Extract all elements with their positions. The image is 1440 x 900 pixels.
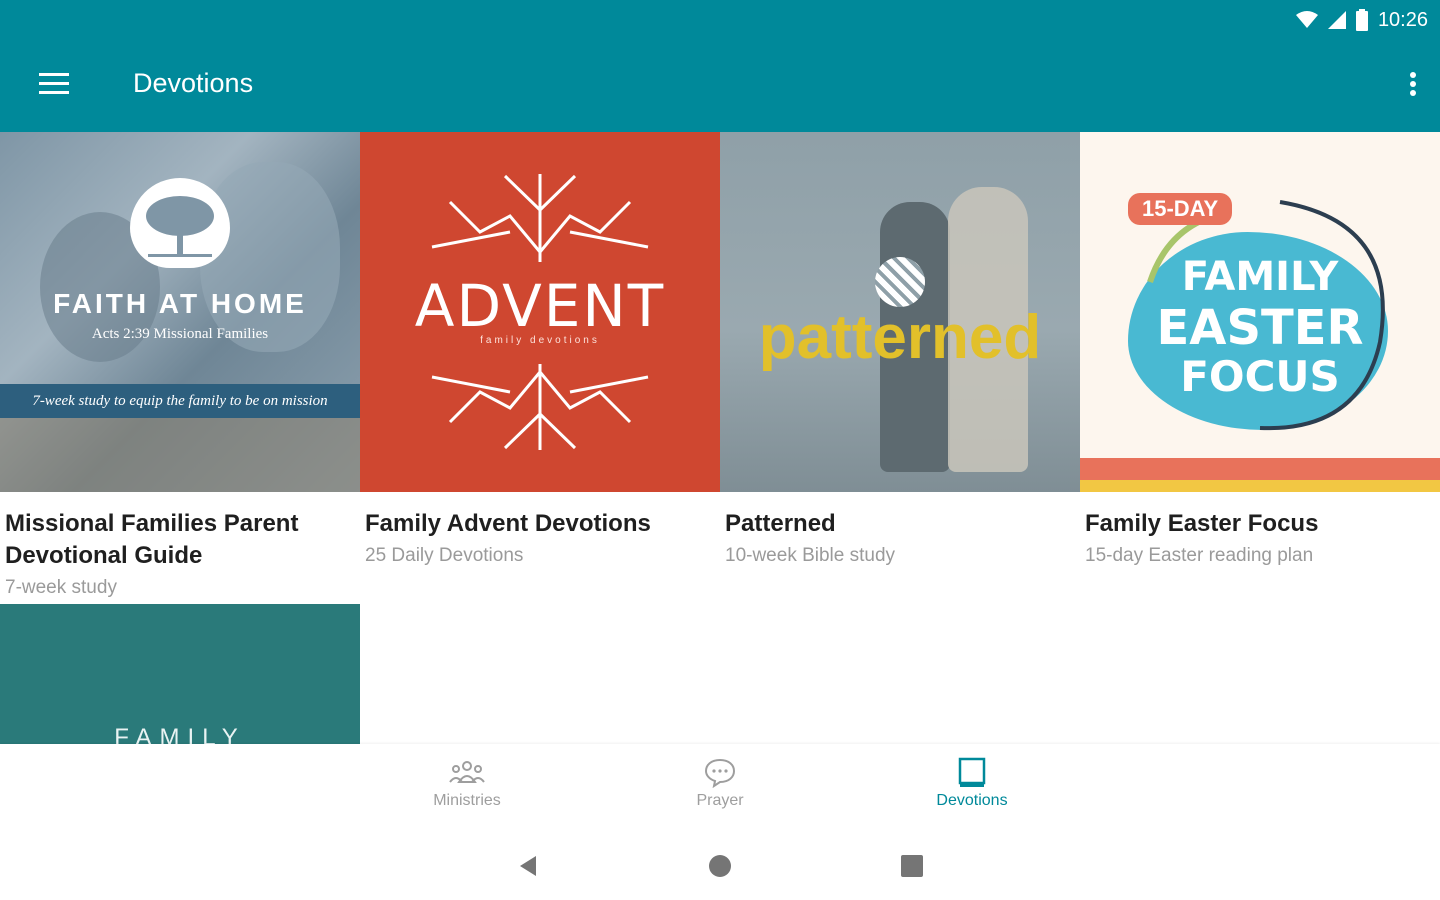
home-button[interactable] (702, 850, 738, 886)
cover-tagline: Acts 2:39 Missional Families (91, 326, 269, 342)
devotion-card-missional-families[interactable]: FAITH AT HOME Acts 2:39 Missional Famili… (0, 132, 360, 604)
nav-item-ministries[interactable]: Ministries (397, 744, 537, 832)
cover-image-family: FAMILY (0, 604, 360, 744)
recents-button[interactable] (894, 850, 930, 886)
card-title: Family Advent Devotions (365, 510, 651, 537)
nav-item-devotions[interactable]: Devotions (902, 744, 1042, 832)
chat-bubble-icon (704, 756, 736, 790)
menu-button[interactable] (30, 62, 78, 110)
hamburger-icon (39, 72, 69, 100)
recents-square-icon (900, 854, 924, 883)
back-button[interactable] (510, 850, 546, 886)
tree-logo-icon (130, 178, 230, 268)
cover-image-faith-at-home: FAITH AT HOME Acts 2:39 Missional Famili… (0, 132, 360, 492)
card-subtitle: 10-week Bible study (725, 545, 896, 566)
cover-line-3: FOCUS (1180, 352, 1340, 401)
app-bar: 10:26 Devotions (0, 0, 1440, 132)
overflow-menu-button[interactable] (1368, 62, 1416, 110)
cover-image-advent: ADVENT family devotions (360, 132, 720, 492)
devotion-card-family-easter-focus[interactable]: 15-DAY FAMILY EASTER FOCUS Family Easter… (1080, 132, 1440, 572)
home-circle-icon (708, 854, 732, 883)
status-time: 10:26 (1377, 8, 1428, 31)
cover-image-easter: 15-DAY FAMILY EASTER FOCUS (1080, 132, 1440, 492)
cover-line-2: EASTER (1156, 300, 1364, 356)
pattern-logo-icon (875, 257, 925, 307)
wifi-icon (1295, 11, 1318, 29)
cover-word: ADVENT (414, 272, 666, 340)
page-title: Devotions (133, 68, 254, 98)
cover-word: patterned (758, 303, 1042, 372)
devotion-card-patterned[interactable]: patterned Patterned 10-week Bible study (720, 132, 1080, 572)
people-icon (449, 756, 485, 790)
back-triangle-icon (516, 854, 540, 883)
devotion-card-family[interactable]: FAMILY (0, 604, 360, 744)
bottom-navigation: Ministries Prayer Devotions (0, 744, 1440, 832)
cover-brand: FAITH AT HOME (53, 288, 307, 319)
card-subtitle: 25 Daily Devotions (365, 545, 524, 566)
cover-image-patterned: patterned (720, 132, 1080, 492)
system-navigation-bar (0, 832, 1440, 900)
signal-icon (1327, 11, 1346, 29)
card-title: Family Easter Focus (1085, 510, 1319, 537)
card-title: Patterned (725, 510, 836, 537)
devotion-card-family-advent[interactable]: ADVENT family devotions Family Advent De… (360, 132, 720, 572)
card-subtitle: 15-day Easter reading plan (1085, 545, 1314, 566)
book-icon (958, 756, 986, 790)
cover-subtitle: family devotions (480, 335, 600, 346)
more-vert-icon (1410, 71, 1416, 101)
nav-item-prayer[interactable]: Prayer (650, 744, 790, 832)
day-badge: 15-DAY (1128, 193, 1233, 225)
card-subtitle: 7-week study (5, 577, 117, 598)
nav-label-ministries: Ministries (433, 792, 501, 809)
card-title: Missional Families Parent Devotional Gui… (5, 510, 299, 569)
status-bar: 10:26 (1295, 6, 1428, 34)
cover-word: FAMILY (114, 724, 246, 744)
cover-band: 7-week study to equip the family to be o… (0, 384, 360, 418)
cover-line-1: FAMILY (1181, 254, 1339, 300)
battery-icon (1355, 9, 1368, 31)
nav-label-devotions: Devotions (936, 792, 1008, 809)
nav-label-prayer: Prayer (696, 792, 744, 809)
